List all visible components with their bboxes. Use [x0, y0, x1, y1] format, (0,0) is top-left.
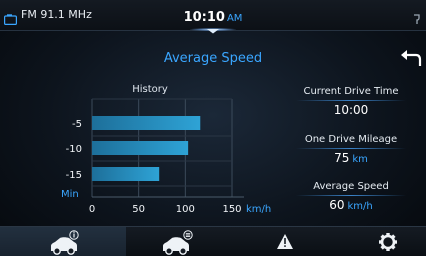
nav-vehicle-info[interactable]: [0, 227, 126, 256]
x-tick-label: 50: [132, 204, 145, 215]
y-tick-label: -15: [66, 170, 82, 181]
x-tick-label: 0: [89, 204, 95, 215]
current-drive-time-value: 10:00: [296, 103, 406, 117]
y-tick-label: -10: [66, 144, 82, 155]
vehicle-info-icon: [51, 230, 79, 255]
x-axis-unit-label: km/h: [246, 204, 271, 215]
divider: [296, 100, 406, 101]
one-drive-mileage-value: 75 km: [296, 151, 406, 165]
stat-value-number: 60: [329, 198, 345, 212]
nav-warnings[interactable]: [234, 227, 338, 256]
warning-icon: [277, 234, 293, 249]
divider: [296, 148, 406, 149]
bottom-nav: [0, 226, 426, 256]
nav-vehicle-settings[interactable]: [126, 227, 234, 256]
average-speed-label: Average Speed: [313, 181, 389, 192]
stat-unit: km: [352, 154, 368, 165]
bar: [92, 167, 160, 181]
bar: [92, 116, 201, 130]
x-tick-label: 150: [222, 204, 241, 215]
settings-gear-icon: [379, 233, 397, 251]
divider: [296, 195, 406, 196]
one-drive-mileage-label: One Drive Mileage: [304, 134, 398, 145]
x-tick-label: 100: [176, 204, 195, 215]
stat-value-number: 75: [334, 151, 350, 165]
average-speed-value: 60 km/h: [296, 198, 406, 212]
screen: FM 91.1 MHz 10:10 AM Average Speed Histor…: [0, 0, 426, 256]
bar: [92, 141, 189, 155]
current-drive-time-label: Current Drive Time: [303, 86, 399, 97]
stat-unit: km/h: [347, 201, 373, 212]
nav-settings[interactable]: [338, 227, 426, 256]
stat-value-number: 10:00: [333, 103, 369, 117]
y-tick-label: -5: [72, 119, 82, 130]
vehicle-settings-icon: [163, 230, 193, 255]
y-axis-unit-label: Min: [61, 189, 79, 200]
